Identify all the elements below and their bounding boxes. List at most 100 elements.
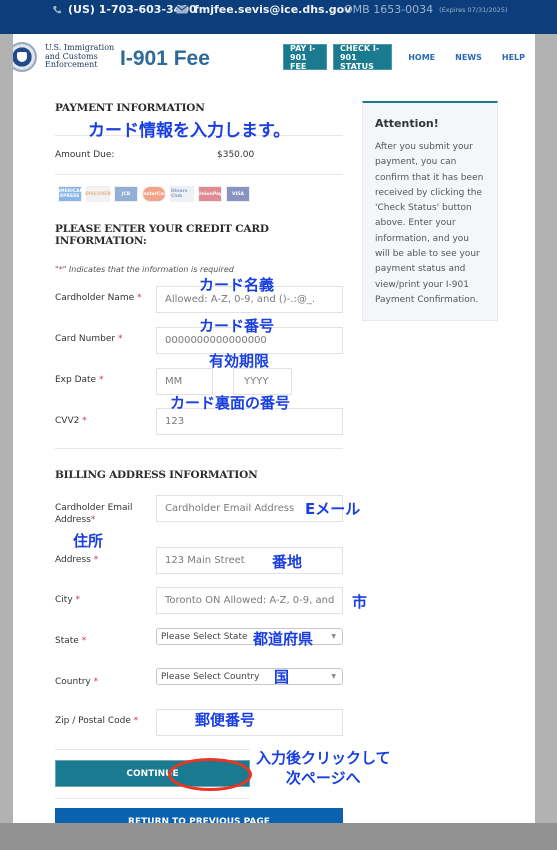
- annotation-address: 住所: [73, 532, 104, 550]
- dhs-seal-icon: [13, 42, 37, 72]
- required-star: *: [93, 555, 99, 565]
- divider: [55, 749, 250, 750]
- required-note-text: " Indicates that the information is requ…: [62, 265, 234, 274]
- annotation-email: Eメール: [305, 500, 361, 518]
- envelope-icon: [176, 5, 188, 14]
- attention-panel: Attention! After you submit your payment…: [362, 101, 498, 321]
- omb-expiry: (Expires 07/31/2025): [439, 5, 508, 14]
- accepted-cards: AMERICAN EXPRESS DISCOVER JCB MasterCard…: [57, 186, 250, 202]
- label-text: CVV2: [55, 416, 80, 426]
- omb-code: OMB 1653-0034: [344, 3, 434, 16]
- annotation-expiry: 有効期限: [209, 352, 270, 370]
- required-star: *: [82, 416, 87, 426]
- agency-name: U.S. Immigration and Customs Enforcement: [45, 44, 114, 70]
- annotation-zip: 郵便番号: [195, 711, 256, 729]
- credit-card-heading-line-1: PLEASE ENTER YOUR CREDIT CARD: [55, 223, 269, 235]
- label-text: Cardholder Name: [55, 293, 135, 303]
- annotation-country: 国: [274, 668, 290, 686]
- credit-card-heading: PLEASE ENTER YOUR CREDIT CARD INFORMATIO…: [55, 223, 269, 247]
- phone-icon: [53, 5, 61, 13]
- state-selected-value: Please Select State: [161, 631, 248, 642]
- required-star: *: [81, 636, 87, 646]
- annotation-card-info: カード情報を入力します。: [88, 121, 291, 141]
- country-select[interactable]: Please Select Country ▼: [156, 668, 343, 685]
- label-text: Zip / Postal Code: [55, 716, 131, 726]
- diners-club-card-icon: Diners Club: [170, 186, 194, 202]
- annotation-city: 市: [352, 593, 368, 611]
- chevron-down-icon: ▼: [331, 633, 336, 640]
- city-label: City *: [55, 595, 80, 605]
- visa-card-icon: VISA: [226, 186, 250, 202]
- continue-highlight-circle: [168, 758, 252, 791]
- exp-year-input[interactable]: YYYY: [233, 368, 292, 395]
- address-label: Address *: [55, 555, 98, 565]
- country-label: Country *: [55, 677, 98, 687]
- return-previous-button[interactable]: RETURN TO PREVIOUS PAGE: [55, 808, 343, 823]
- main-nav: PAY I-901 FEE CHECK I-901 STATUS HOME NE…: [283, 44, 535, 71]
- credit-card-heading-line-2: INFORMATION:: [55, 235, 147, 247]
- exp-month-input[interactable]: MM: [156, 368, 213, 395]
- billing-heading: BILLING ADDRESS INFORMATION: [55, 469, 258, 481]
- phone-contact[interactable]: (US) 1-703-603-3400: [52, 3, 197, 16]
- label-text: Card Number: [55, 334, 116, 344]
- nav-help-link[interactable]: HELP: [502, 53, 525, 62]
- annotation-state: 都道府県: [253, 630, 314, 648]
- required-star: *: [93, 677, 99, 687]
- amount-due-value: $350.00: [217, 150, 255, 160]
- divider: [55, 448, 343, 449]
- label-text: Country: [55, 677, 91, 687]
- check-status-button[interactable]: CHECK I-901 STATUS: [332, 44, 393, 71]
- required-star: *: [137, 293, 142, 303]
- zip-label: Zip / Postal Code *: [55, 716, 138, 726]
- jcb-card-icon: JCB: [114, 186, 138, 202]
- omb-number: OMB 1653-0034 (Expires 07/31/2025): [344, 3, 508, 16]
- address-input[interactable]: 123 Main Street: [156, 547, 343, 574]
- annotation-click-line-1: 入力後クリックして: [256, 749, 391, 767]
- required-star: *: [98, 375, 104, 385]
- label-text: State: [55, 636, 79, 646]
- divider: [55, 798, 250, 799]
- country-selected-value: Please Select Country: [161, 671, 260, 682]
- required-star: *: [133, 716, 139, 726]
- page-title: I-901 Fee: [120, 47, 210, 70]
- page-content: U.S. Immigration and Customs Enforcement…: [13, 34, 535, 823]
- gray-overlay-bottom: [0, 823, 557, 850]
- state-select[interactable]: Please Select State ▼: [156, 628, 343, 645]
- email-contact[interactable]: fmjfee.sevis@ice.dhs.gov: [176, 3, 351, 16]
- cvv-label: CVV2 *: [55, 416, 87, 426]
- divider: [55, 174, 343, 175]
- attention-text: After you submit your payment, you can c…: [375, 142, 484, 305]
- unionpay-card-icon: UnionPay: [198, 186, 222, 202]
- label-text: City: [55, 595, 73, 605]
- city-input[interactable]: Toronto ON Allowed: A-Z, 0-9, and: [156, 587, 343, 614]
- card-number-label: Card Number *: [55, 334, 122, 344]
- discover-card-icon: DISCOVER: [85, 186, 111, 202]
- annotation-street: 番地: [272, 553, 303, 571]
- amex-card-icon: AMERICAN EXPRESS: [57, 186, 83, 202]
- cardholder-name-label: Cardholder Name *: [55, 293, 142, 303]
- mastercard-icon: MasterCard: [139, 186, 169, 202]
- ice-logo[interactable]: U.S. Immigration and Customs Enforcement: [13, 42, 114, 72]
- nav-news-link[interactable]: NEWS: [455, 53, 482, 62]
- annotation-card-number: カード番号: [199, 317, 275, 335]
- label-text: Cardholder Email: [55, 503, 133, 513]
- required-note: "*" Indicates that the information is re…: [55, 265, 234, 274]
- amount-due-label: Amount Due:: [55, 150, 115, 160]
- annotation-cvv: カード裏面の番号: [170, 394, 291, 412]
- email-label: Cardholder Email Address*: [55, 502, 133, 526]
- required-star: *: [90, 515, 96, 525]
- pay-fee-button[interactable]: PAY I-901 FEE: [283, 44, 327, 71]
- attention-heading: Attention!: [375, 117, 439, 130]
- annotation-click-line-2: 次ページへ: [285, 769, 361, 787]
- nav-home-link[interactable]: HOME: [408, 53, 435, 62]
- required-star: *: [75, 595, 81, 605]
- support-email: fmjfee.sevis@ice.dhs.gov: [194, 3, 352, 16]
- label-text: Address: [55, 515, 91, 525]
- required-star: *: [117, 334, 123, 344]
- top-contact-bar: (US) 1-703-603-3400 fmjfee.sevis@ice.dhs…: [0, 0, 557, 34]
- chevron-down-icon: ▼: [331, 673, 336, 680]
- annotation-card-name: カード名義: [199, 276, 275, 294]
- label-text: Exp Date: [55, 375, 97, 385]
- payment-info-heading: PAYMENT INFORMATION: [55, 102, 205, 114]
- annotation-click-next: 入力後クリックして 次ページへ: [256, 748, 391, 788]
